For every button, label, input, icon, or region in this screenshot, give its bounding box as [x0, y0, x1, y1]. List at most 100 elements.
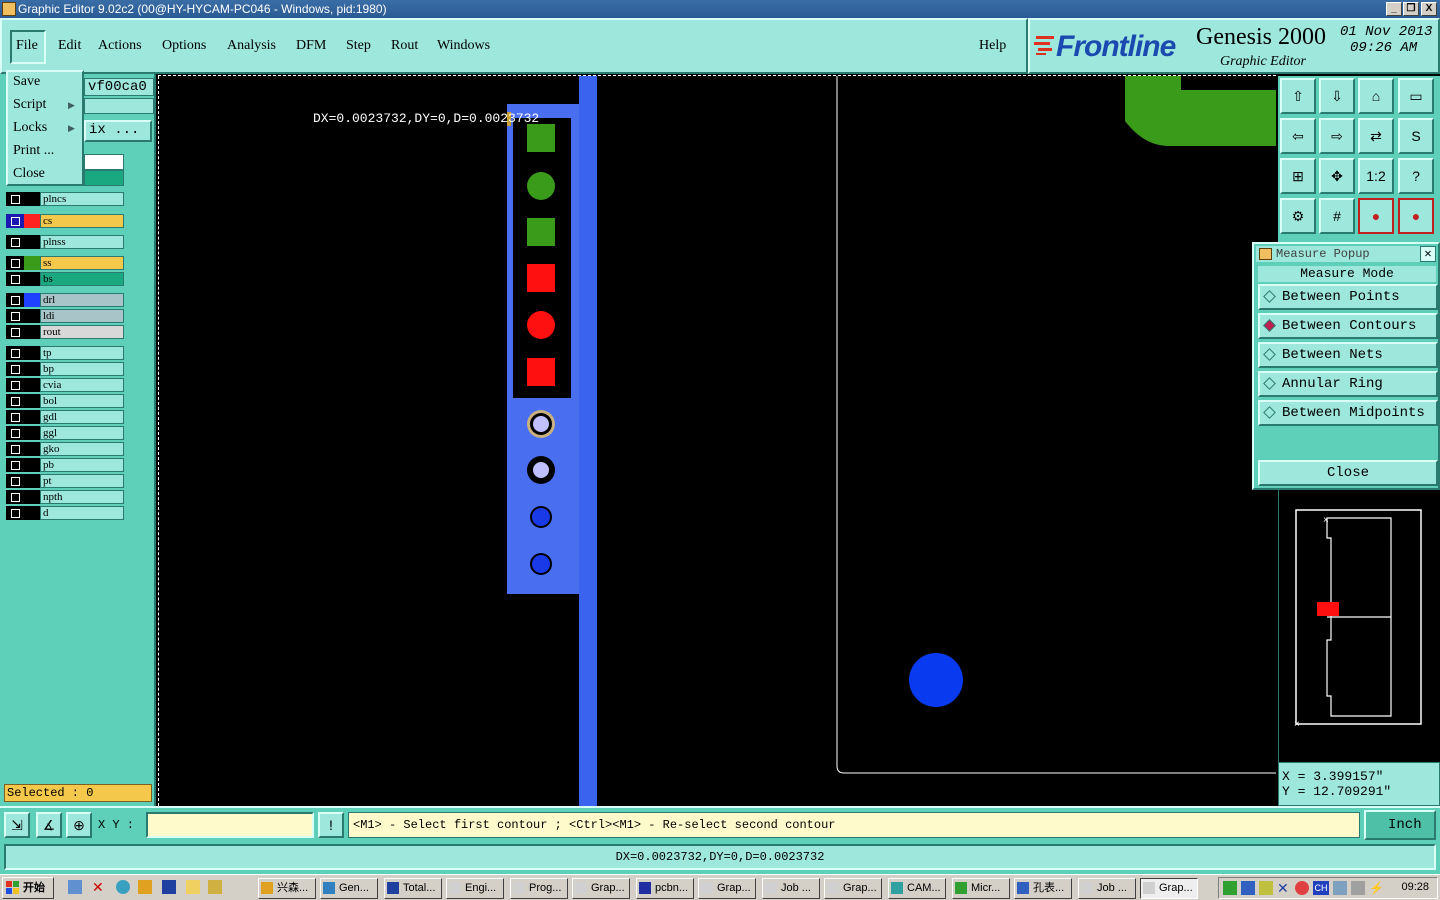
- layer-name[interactable]: pb: [40, 458, 124, 472]
- layer-checkbox[interactable]: [6, 474, 24, 488]
- layer-checkbox[interactable]: [6, 272, 24, 286]
- layer-name[interactable]: cvia: [40, 378, 124, 392]
- mirror-icon[interactable]: ⇄: [1358, 118, 1394, 154]
- menu-options[interactable]: Options: [162, 38, 206, 54]
- layer-checkbox[interactable]: [6, 490, 24, 504]
- restore-button[interactable]: ❐: [1403, 2, 1419, 16]
- layer-row-bp[interactable]: bp: [6, 362, 124, 376]
- globe-icon[interactable]: [116, 880, 130, 894]
- layer-row-cs[interactable]: cs: [6, 214, 124, 228]
- layer-color-swatch[interactable]: [24, 293, 40, 307]
- close-x-icon[interactable]: ✕: [92, 880, 106, 894]
- taskbar-item[interactable]: Prog...: [510, 878, 568, 899]
- layer-name[interactable]: npth: [40, 490, 124, 504]
- zoom-fit-icon[interactable]: ⇩: [1319, 78, 1355, 114]
- layer-name[interactable]: ss: [40, 256, 124, 270]
- layer-name[interactable]: plnss: [40, 235, 124, 249]
- menu-file[interactable]: File: [10, 30, 46, 64]
- menu-step[interactable]: Step: [346, 38, 371, 54]
- option-between-contours[interactable]: Between Contours: [1258, 313, 1438, 339]
- menu-windows[interactable]: Windows: [437, 38, 490, 54]
- option-annular-ring[interactable]: Annular Ring: [1258, 371, 1438, 397]
- help-icon[interactable]: ?: [1398, 158, 1434, 194]
- xy-input[interactable]: [146, 812, 314, 838]
- layer-checkbox[interactable]: [6, 325, 24, 339]
- option-between-midpoints[interactable]: Between Midpoints: [1258, 400, 1438, 426]
- language-indicator[interactable]: CH: [1313, 881, 1329, 895]
- layer-color-swatch[interactable]: [24, 214, 40, 228]
- grid-snap-icon[interactable]: ⊕: [66, 812, 92, 838]
- graphic-canvas[interactable]: DX=0.0023732,DY=0,D=0.0023732: [158, 76, 1276, 806]
- layer-row-pt[interactable]: pt: [6, 474, 124, 488]
- layer-name[interactable]: plncs: [40, 192, 124, 206]
- taskbar-item[interactable]: 孔表...: [1014, 878, 1072, 899]
- menu-analysis[interactable]: Analysis: [227, 38, 276, 54]
- angle-snap-icon[interactable]: ∡: [36, 812, 62, 838]
- layer-color-swatch[interactable]: [24, 490, 40, 504]
- layer-color-swatch[interactable]: [24, 309, 40, 323]
- layer-row-pb[interactable]: pb: [6, 458, 124, 472]
- layer-color-swatch[interactable]: [24, 192, 40, 206]
- layer-color-swatch[interactable]: [24, 362, 40, 376]
- layer-row-cvia[interactable]: cvia: [6, 378, 124, 392]
- overview-map[interactable]: × ×: [1278, 490, 1440, 762]
- quicklaunch-icon[interactable]: [186, 880, 200, 894]
- taskbar-item[interactable]: 兴森...: [258, 878, 316, 899]
- menu-rout[interactable]: Rout: [391, 38, 418, 54]
- snap-icon[interactable]: S: [1398, 118, 1434, 154]
- layer-color-swatch[interactable]: [24, 378, 40, 392]
- fit-screen-icon[interactable]: ⊞: [1280, 158, 1316, 194]
- layer-checkbox[interactable]: [6, 256, 24, 270]
- settings-icon[interactable]: ⚙: [1280, 198, 1316, 234]
- quicklaunch-icon[interactable]: [208, 880, 222, 894]
- pan-right-icon[interactable]: ⇨: [1319, 118, 1355, 154]
- tray-icon[interactable]: [1241, 881, 1255, 895]
- matrix-button[interactable]: ix ...: [84, 120, 152, 142]
- layer-name[interactable]: cs: [40, 214, 124, 228]
- quicklaunch-icon[interactable]: [138, 880, 152, 894]
- layer-color-swatch[interactable]: [24, 272, 40, 286]
- layer-name[interactable]: pt: [40, 474, 124, 488]
- layer-row-drl[interactable]: drl: [6, 293, 124, 307]
- layer-row-plnss[interactable]: plnss: [6, 235, 124, 249]
- layer-row-d[interactable]: d: [6, 506, 124, 520]
- layer-row-gko[interactable]: gko: [6, 442, 124, 456]
- quicklaunch-icon[interactable]: [68, 880, 82, 894]
- layer-checkbox[interactable]: [6, 394, 24, 408]
- tray-icon[interactable]: [1351, 881, 1365, 895]
- layer-name[interactable]: d: [40, 506, 124, 520]
- layer-checkbox[interactable]: [6, 378, 24, 392]
- option-between-points[interactable]: Between Points: [1258, 284, 1438, 310]
- start-button[interactable]: 开始: [2, 877, 54, 899]
- center-icon[interactable]: ✥: [1319, 158, 1355, 194]
- taskbar-item[interactable]: pcbn...: [636, 878, 694, 899]
- layer-checkbox[interactable]: [6, 214, 24, 228]
- layer-row-rout[interactable]: rout: [6, 325, 124, 339]
- layer-row-plncs[interactable]: plncs: [6, 192, 124, 206]
- layer-checkbox[interactable]: [6, 293, 24, 307]
- layer-row-bs[interactable]: bs: [6, 272, 124, 286]
- snap-mode-icon[interactable]: ⇲: [4, 812, 30, 838]
- layer-checkbox[interactable]: [6, 235, 24, 249]
- layer-color-swatch[interactable]: [24, 458, 40, 472]
- layer-name[interactable]: bs: [40, 272, 124, 286]
- layer-row-ggl[interactable]: ggl: [6, 426, 124, 440]
- tray-icon[interactable]: ⚡: [1369, 881, 1384, 895]
- layer-checkbox[interactable]: [6, 506, 24, 520]
- layer-name[interactable]: gko: [40, 442, 124, 456]
- tray-icon[interactable]: [1223, 881, 1237, 895]
- layer-row-npth[interactable]: npth: [6, 490, 124, 504]
- layer-name[interactable]: drl: [40, 293, 124, 307]
- color-field-white[interactable]: [84, 154, 124, 170]
- layer-checkbox[interactable]: [6, 346, 24, 360]
- layer-row-tp[interactable]: tp: [6, 346, 124, 360]
- layer-name[interactable]: bol: [40, 394, 124, 408]
- layers-display-icon[interactable]: ●: [1358, 198, 1394, 234]
- tray-icon[interactable]: [1333, 881, 1347, 895]
- option-between-nets[interactable]: Between Nets: [1258, 342, 1438, 368]
- layer-name[interactable]: ldi: [40, 309, 124, 323]
- layer-color-swatch[interactable]: [24, 426, 40, 440]
- layer-checkbox[interactable]: [6, 426, 24, 440]
- measure-close-button[interactable]: Close: [1258, 460, 1438, 486]
- layer-checkbox[interactable]: [6, 442, 24, 456]
